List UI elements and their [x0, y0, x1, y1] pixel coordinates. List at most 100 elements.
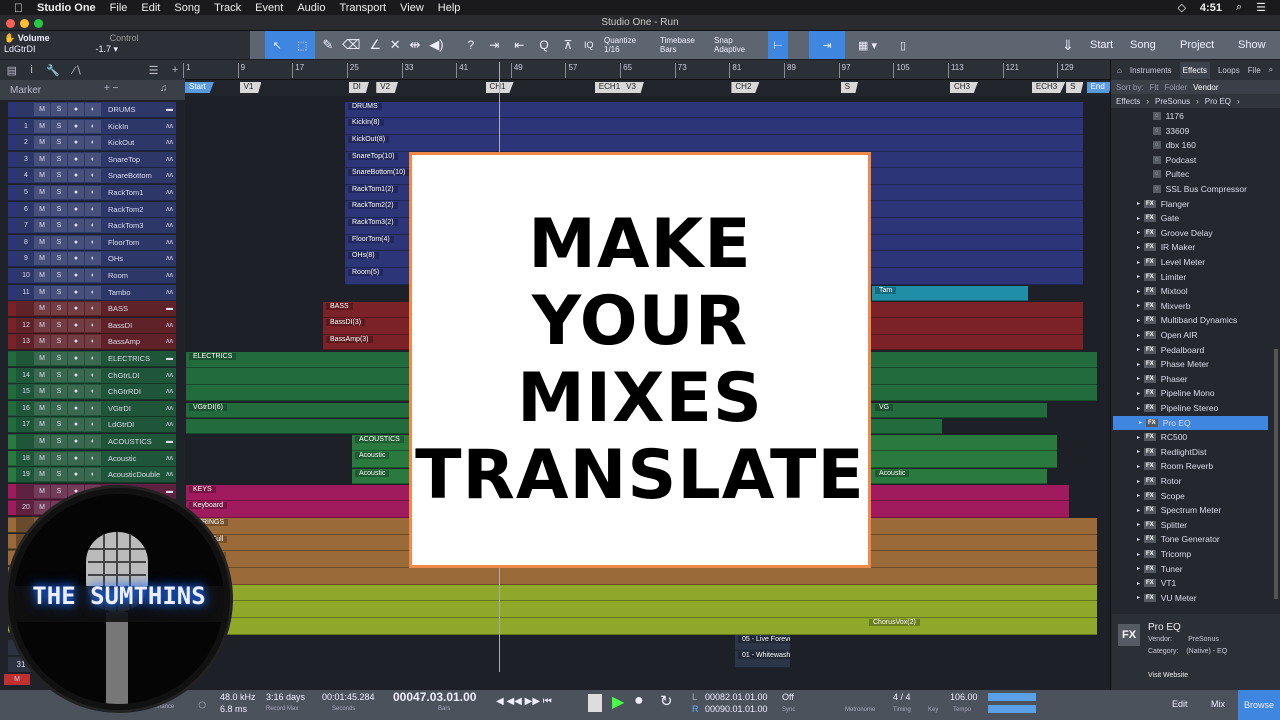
time-signature[interactable]: 4 / 4 [893, 692, 911, 702]
monitor-button[interactable]: ◐ [85, 468, 101, 482]
solo-button[interactable]: S [51, 235, 67, 249]
audio-clip[interactable]: KickIn(8) [345, 118, 1083, 135]
marker-v1[interactable]: V1 [239, 82, 262, 93]
effect-item[interactable]: ▸ FX RC500 [1111, 430, 1271, 444]
show-button[interactable]: Show [1238, 31, 1266, 59]
preset-item[interactable]: ◌ dbx 160 [1111, 138, 1271, 152]
effect-item[interactable]: ▸ FX Pedalboard [1111, 343, 1271, 357]
app-menu[interactable]: Studio One [37, 2, 96, 14]
menu-audio[interactable]: Audio [297, 2, 325, 14]
effect-item[interactable]: ▸ FX Groove Delay [1111, 226, 1271, 240]
browser-scrollbar[interactable] [1274, 349, 1278, 599]
timeline-ruler[interactable]: ▤ i 🔧 ∕∖ ☰ + 1 9 17 25 33 41 49 57 65 73 81 89 97 105 113 12… [0, 60, 1110, 80]
wrench-icon[interactable]: 🔧 [46, 64, 60, 77]
audio-clip[interactable] [186, 585, 1097, 601]
track-name[interactable]: ChGtrLDI [108, 371, 166, 380]
solo-button[interactable]: S [51, 186, 67, 199]
mute-button[interactable]: M [34, 418, 50, 432]
effect-item[interactable]: ▸ FX Mixverb [1111, 299, 1271, 313]
solo-button[interactable]: S [51, 219, 67, 233]
monitor-button[interactable]: ◐ [85, 352, 101, 365]
track-name[interactable]: DRUMS [108, 105, 166, 114]
record-arm-button[interactable]: ● [68, 285, 84, 299]
track-name[interactable]: FloorTom [108, 238, 166, 247]
snap-select[interactable]: Adaptive [714, 45, 745, 54]
mute-button[interactable]: M [34, 302, 50, 316]
automation-icon[interactable]: ∕∖ [73, 64, 82, 77]
control-panel[interactable]: ✋ Volume Control LdGtrDI -1.7 ▾ [0, 31, 250, 59]
preset-item[interactable]: ◌ SSL Bus Compressor [1111, 182, 1271, 196]
crumb[interactable]: Effects [1116, 97, 1140, 106]
master-mute-button[interactable]: M [4, 674, 30, 685]
audio-clip[interactable]: 01 - Whitewash [735, 651, 790, 668]
mute-button[interactable]: M [34, 219, 50, 233]
track-row[interactable]: 7 M S ● ◐ RackTom3 ʌʌ [8, 218, 176, 235]
track-row[interactable]: 9 M S ● ◐ OHs ʌʌ [8, 251, 176, 268]
record-button[interactable]: ● [634, 692, 644, 710]
monitor-button[interactable]: ◐ [85, 418, 101, 432]
track-row[interactable]: 1 M S ● ◐ KickIn ʌʌ [8, 118, 176, 135]
track-row[interactable]: 10 M S ● ◐ Room ʌʌ [8, 268, 176, 284]
record-arm-button[interactable]: ● [68, 136, 84, 150]
record-arm-button[interactable]: ● [68, 468, 84, 482]
audio-clip[interactable]: ChorusVox(2) [186, 618, 1097, 635]
mute-button[interactable]: M [34, 136, 50, 150]
track-row[interactable]: 12 M S ● ◐ BassDI ʌʌ [8, 317, 176, 334]
mute-button[interactable]: M [34, 169, 50, 183]
sort-vendor[interactable]: Vendor [1193, 83, 1218, 92]
expand-arrow-icon[interactable]: ▸ [1137, 507, 1140, 514]
marker-ech3[interactable]: ECH3 [1031, 82, 1066, 93]
quantize-select[interactable]: 1/16 [604, 45, 620, 54]
menu-transport[interactable]: Transport [339, 2, 386, 14]
effect-item[interactable]: ▸ FX Multiband Dynamics [1111, 313, 1271, 327]
mute-button[interactable]: M [34, 468, 50, 482]
effect-item[interactable]: ▸ FX Pipeline Mono [1111, 386, 1271, 400]
record-arm-button[interactable]: ● [68, 418, 84, 432]
track-name[interactable]: BASS [108, 304, 166, 313]
record-arm-button[interactable]: ● [68, 435, 84, 448]
track-name[interactable]: RackTom1 [108, 188, 166, 197]
list-icon[interactable]: ▤ [7, 64, 17, 77]
mute-button[interactable]: M [34, 235, 50, 249]
track-name[interactable]: SnareBottom [108, 171, 166, 180]
record-arm-button[interactable]: ● [68, 252, 84, 266]
monitor-button[interactable]: ◐ [85, 235, 101, 249]
monitor-button[interactable]: ◐ [85, 318, 101, 332]
range-tool-icon[interactable]: ⬚ [297, 39, 307, 52]
track-name[interactable]: OHs [108, 254, 166, 263]
track-name[interactable]: VGtrDI [108, 404, 166, 413]
mute-button[interactable]: M [34, 435, 50, 448]
expand-arrow-icon[interactable]: ▸ [1137, 229, 1140, 236]
effect-item[interactable]: ▸ FX Mixtool [1111, 284, 1271, 298]
marker-v3[interactable]: V3 [622, 82, 644, 93]
monitor-button[interactable]: ◐ [85, 202, 101, 216]
tab-instruments[interactable]: Instruments [1130, 66, 1172, 75]
solo-button[interactable]: S [51, 484, 67, 498]
expand-arrow-icon[interactable]: ▸ [1139, 419, 1142, 426]
solo-button[interactable]: S [51, 352, 67, 365]
track-row[interactable]: 8 M S ● ◐ FloorTom ʌʌ [8, 234, 176, 251]
solo-button[interactable]: S [51, 136, 67, 150]
expand-arrow-icon[interactable]: ▸ [1137, 375, 1140, 382]
solo-button[interactable]: S [51, 335, 67, 349]
quantize-icon[interactable]: Q [539, 38, 548, 52]
audio-clip[interactable]: 05 - Live Forever [735, 635, 790, 651]
marker-di[interactable]: DI [348, 82, 369, 93]
solo-button[interactable]: S [51, 252, 67, 266]
mute-button[interactable]: M [34, 186, 50, 199]
solo-button[interactable]: S [51, 435, 67, 448]
loop-button[interactable]: ↻ [660, 692, 673, 710]
effect-item[interactable]: ▸ FX Room Reverb [1111, 459, 1271, 473]
expand-arrow-icon[interactable]: ▸ [1137, 244, 1140, 251]
expand-arrow-icon[interactable]: ▸ [1137, 536, 1140, 543]
track-row[interactable]: 11 M S ● ◐ Tambo ʌʌ [8, 284, 176, 301]
menu-file[interactable]: File [110, 2, 128, 14]
browse-view-button[interactable]: Browse [1238, 690, 1280, 720]
search-icon[interactable]: ⌕ [1269, 65, 1273, 75]
monitor-button[interactable]: ◐ [85, 335, 101, 349]
record-arm-button[interactable]: ● [68, 318, 84, 332]
snap-toggle-icon[interactable]: ⊢ [768, 31, 788, 59]
help-icon[interactable]: ? [468, 38, 475, 52]
record-arm-button[interactable]: ● [68, 219, 84, 233]
arrow-tool-icon[interactable]: ↖ [273, 39, 282, 52]
